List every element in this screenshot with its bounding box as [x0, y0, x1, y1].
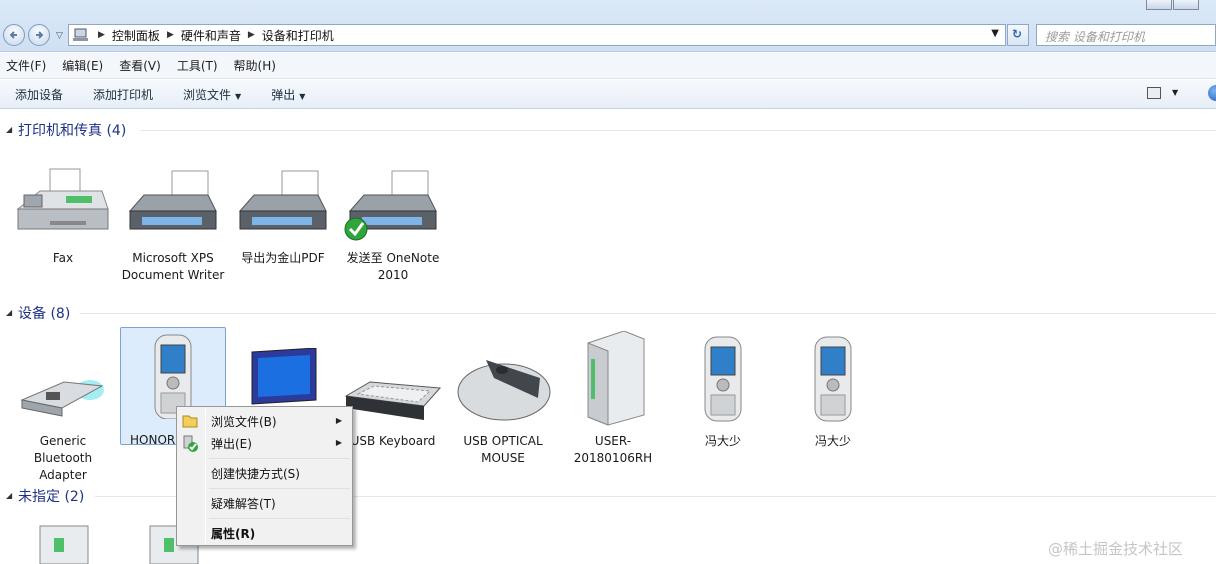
device-item-phone-2[interactable]: 冯大少	[780, 331, 886, 450]
dropdown-arrow-icon: ▼	[235, 91, 242, 101]
context-item-shortcut[interactable]: 创建快捷方式(S)	[211, 465, 300, 482]
breadcrumb-hardware-sound[interactable]: 硬件和声音	[181, 27, 241, 44]
chevron-right-icon[interactable]: ▶	[98, 30, 105, 40]
arrow-right-icon	[36, 31, 44, 39]
phone-icon	[704, 336, 742, 422]
printer-default-icon	[344, 170, 437, 241]
command-bar: 添加设备 添加打印机 浏览文件 ▼ 弹出 ▼	[0, 80, 1216, 109]
device-item-mouse[interactable]: USB OPTICAL MOUSE	[450, 348, 556, 467]
group-printers[interactable]: ◢ 打印机和传真 (4)	[0, 120, 1216, 140]
context-menu: 浏览文件(B) ▶ 弹出(E) ▶ 创建快捷方式(S) 疑难解答(T) 属性(R…	[176, 406, 353, 546]
printer-icon	[128, 170, 217, 230]
printer-label: Microsoft XPS Document Writer	[121, 251, 225, 282]
search-input[interactable]: 搜索 设备和打印机	[1036, 24, 1216, 46]
device-item-computer[interactable]: USER-20180106RH	[560, 330, 666, 467]
arrow-left-icon	[9, 31, 17, 39]
menu-separator	[209, 488, 350, 489]
menu-view[interactable]: 查看(V)	[119, 57, 161, 74]
menu-help[interactable]: 帮助(H)	[234, 57, 276, 74]
device-item-keyboard[interactable]: USB Keyboard	[340, 348, 446, 450]
folder-icon	[182, 415, 198, 428]
printer-item-fax[interactable]: Fax	[10, 165, 116, 267]
chevron-right-icon[interactable]: ▶	[248, 30, 255, 40]
collapse-arrow-icon[interactable]: ◢	[6, 491, 12, 500]
address-bar: ▽ ▶ 控制面板 ▶ 硬件和声音 ▶ 设备和打印机 ▼ ↻ 搜索 设备和打印机	[0, 0, 1216, 52]
fax-icon	[16, 168, 109, 230]
printer-label: 发送至 OneNote 2010	[346, 251, 440, 282]
back-button[interactable]	[3, 24, 25, 46]
printer-item-xps[interactable]: Microsoft XPS Document Writer	[120, 165, 226, 284]
menu-file[interactable]: 文件(F)	[6, 57, 46, 74]
history-dropdown-icon[interactable]: ▽	[56, 31, 63, 41]
forward-button[interactable]	[28, 24, 50, 46]
mouse-icon	[457, 360, 551, 421]
device-label: USER-20180106RH	[573, 434, 653, 465]
add-device-button[interactable]: 添加设备	[15, 86, 63, 103]
breadcrumb-control-panel[interactable]: 控制面板	[112, 27, 160, 44]
control-panel-icon	[73, 28, 88, 41]
menu-gutter	[205, 409, 206, 543]
group-title: 打印机和传真 (4)	[18, 123, 127, 139]
collapse-arrow-icon[interactable]: ◢	[6, 308, 12, 317]
submenu-arrow-icon: ▶	[335, 416, 342, 425]
view-dropdown-icon[interactable]: ▼	[1172, 88, 1178, 97]
device-label: 冯大少	[704, 434, 741, 448]
divider	[140, 130, 1216, 131]
phone-icon	[814, 336, 852, 422]
menu-bar: 文件(F) 编辑(E) 查看(V) 工具(T) 帮助(H)	[0, 53, 1216, 79]
menu-separator	[209, 458, 350, 459]
breadcrumb-devices-printers[interactable]: 设备和打印机	[262, 27, 334, 44]
device-label: USB OPTICAL MOUSE	[463, 434, 543, 465]
divider	[80, 313, 1216, 314]
add-printer-button[interactable]: 添加打印机	[93, 86, 153, 103]
group-devices[interactable]: ◢ 设备 (8)	[0, 303, 1216, 323]
printer-label: 导出为金山PDF	[241, 251, 325, 265]
maximize-button[interactable]	[1173, 0, 1199, 10]
address-dropdown-icon[interactable]: ▼	[991, 28, 999, 39]
device-label: Generic Bluetooth Adapter	[33, 434, 93, 482]
group-title: 未指定 (2)	[18, 489, 85, 505]
refresh-icon: ↻	[1012, 27, 1023, 41]
menu-tools[interactable]: 工具(T)	[177, 57, 218, 74]
context-item-troubleshoot[interactable]: 疑难解答(T)	[211, 495, 276, 512]
device-label: USB Keyboard	[350, 434, 436, 448]
eject-device-icon	[183, 435, 198, 452]
unspecified-device-icon[interactable]	[36, 520, 92, 564]
usb-bluetooth-icon	[20, 380, 104, 417]
keyboard-icon	[344, 381, 442, 420]
change-view-button[interactable]	[1147, 87, 1161, 99]
browse-files-label: 浏览文件	[183, 87, 232, 102]
computer-icon	[587, 330, 645, 426]
minimize-button[interactable]	[1146, 0, 1172, 10]
collapse-arrow-icon[interactable]: ◢	[6, 125, 12, 134]
eject-label: 弹出	[271, 87, 296, 102]
device-item-phone-1[interactable]: 冯大少	[670, 331, 776, 450]
group-title: 设备 (8)	[18, 306, 71, 322]
dropdown-arrow-icon: ▼	[299, 91, 306, 101]
printer-item-kingsoft-pdf[interactable]: 导出为金山PDF	[230, 165, 336, 267]
device-item-bluetooth[interactable]: Generic Bluetooth Adapter	[10, 348, 116, 484]
context-item-properties[interactable]: 属性(R)	[211, 525, 255, 542]
refresh-button[interactable]: ↻	[1007, 24, 1029, 46]
menu-edit[interactable]: 编辑(E)	[62, 57, 103, 74]
context-item-eject[interactable]: 弹出(E)	[211, 435, 252, 452]
chevron-right-icon[interactable]: ▶	[167, 30, 174, 40]
browse-files-button[interactable]: 浏览文件 ▼	[183, 86, 241, 103]
device-label: 冯大少	[814, 434, 851, 448]
context-item-browse[interactable]: 浏览文件(B)	[211, 413, 277, 430]
printer-item-onenote[interactable]: 发送至 OneNote 2010	[340, 165, 446, 284]
printer-label: Fax	[52, 251, 74, 265]
submenu-arrow-icon: ▶	[335, 438, 342, 447]
eject-button[interactable]: 弹出 ▼	[271, 86, 305, 103]
printer-icon	[238, 170, 327, 230]
address-field[interactable]: ▶ 控制面板 ▶ 硬件和声音 ▶ 设备和打印机 ▼	[68, 24, 1006, 46]
menu-separator	[209, 518, 350, 519]
watermark: @稀土掘金技术社区	[1048, 540, 1184, 558]
